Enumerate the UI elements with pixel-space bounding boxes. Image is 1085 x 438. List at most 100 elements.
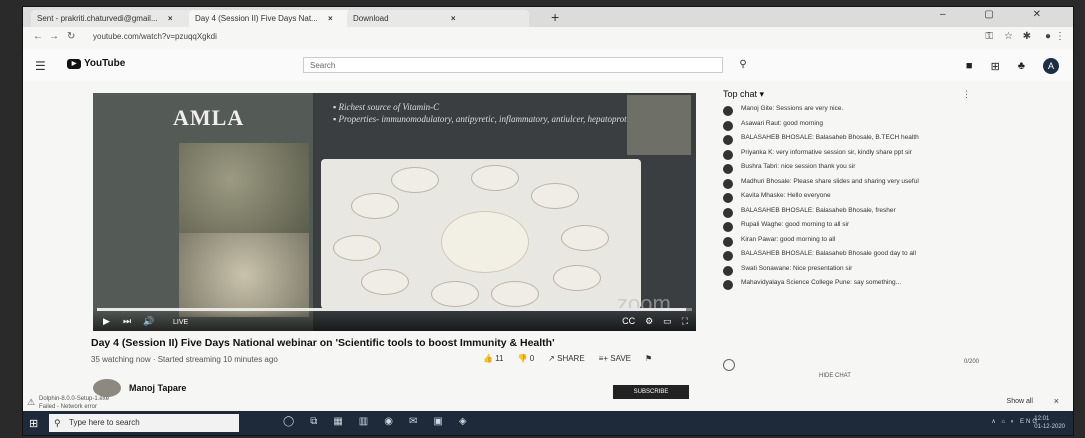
fullscreen-icon[interactable]: ⛶	[682, 316, 688, 327]
chat-user-avatar	[723, 149, 733, 160]
chat-user-avatar	[723, 280, 733, 290]
app-icon[interactable]: ▣	[433, 416, 442, 427]
report-button[interactable]: ⚑	[645, 354, 652, 363]
create-video-icon[interactable]: ■	[966, 60, 973, 72]
like-button[interactable]: 👍 11	[483, 354, 504, 363]
search-input[interactable]: Search	[303, 57, 723, 73]
youtube-logo[interactable]: ▶ YouTube	[67, 58, 125, 69]
chat-user-avatar	[723, 251, 733, 261]
app-icon[interactable]: ◈	[459, 416, 467, 427]
chat-message[interactable]: BALASAHEB BHOSALE: Balasaheb Bhosale, B.…	[723, 134, 991, 148]
taskbar-apps: ◯ ⧉ ▦ ▥ ◉ ✉ ▣ ◈	[283, 416, 467, 427]
share-button[interactable]: ↗ SHARE	[548, 354, 585, 363]
theater-mode-icon[interactable]: ▭	[663, 316, 672, 327]
mail-icon[interactable]: ✉	[409, 416, 417, 427]
chat-user-avatar	[723, 265, 733, 276]
chat-message[interactable]: Manoj Gite: Sessions are very nice.	[723, 105, 991, 119]
system-tray[interactable]: ∧ ⌂ ◐ ENG	[991, 418, 1039, 425]
chat-message[interactable]: Rupali Waghe: good morning to all sir	[723, 221, 991, 235]
file-explorer-icon[interactable]: ▦	[333, 416, 342, 427]
channel-name[interactable]: Manoj Tapare	[129, 383, 186, 393]
captions-icon[interactable]: CC	[622, 316, 635, 327]
chat-header[interactable]: Top chat ▾	[723, 89, 764, 100]
volume-icon[interactable]: 🔊	[143, 316, 154, 327]
slide-bullet: Properties- immunomodulatory, antipyreti…	[333, 113, 653, 125]
chat-message-text: Kiran Pawar: good morning to all	[741, 235, 836, 243]
next-icon[interactable]: ⏭	[123, 316, 131, 327]
live-chat-panel: Top chat ▾ ⋮ Manoj Gite: Sessions are ve…	[723, 89, 991, 379]
save-button[interactable]: ≡+ SAVE	[599, 354, 631, 363]
menu-icon[interactable]: ☰	[35, 59, 46, 73]
chrome-icon[interactable]: ◉	[384, 416, 393, 427]
close-icon[interactable]: ×	[1054, 396, 1059, 406]
thumbs-down-icon: 👎	[517, 354, 528, 363]
chat-message[interactable]: Kavita Mhaske: Hello everyone	[723, 192, 991, 206]
download-item[interactable]: ⚠ Dolphin-8.0.0-Setup-1.exe Failed - Net…	[23, 393, 173, 413]
windows-start-icon[interactable]: ⊞	[29, 417, 38, 430]
apps-grid-icon[interactable]: ⊞	[991, 60, 1000, 73]
download-filename: Dolphin-8.0.0-Setup-1.exe	[39, 396, 110, 402]
browser-tab-download[interactable]: Download ×	[347, 10, 529, 27]
desktop-screen: Sent - prakriti.chaturvedi@gmail... × Da…	[22, 6, 1074, 436]
chat-message-list[interactable]: Manoj Gite: Sessions are very nice. Asawa…	[723, 105, 991, 294]
chat-message[interactable]: Bushra Tabri: nice session thank you sir	[723, 163, 991, 177]
emoji-icon[interactable]	[723, 359, 735, 371]
multitask-icon[interactable]: ⧉	[310, 416, 317, 427]
diagram-node	[491, 281, 539, 307]
store-icon[interactable]: ▥	[359, 416, 368, 427]
taskbar-clock[interactable]: 12:01 01-12-2020	[1034, 415, 1065, 431]
chat-user-avatar	[723, 236, 733, 247]
forward-icon[interactable]: →	[49, 31, 59, 42]
chat-message[interactable]: Madhuri Bhosale: Please share slides and…	[723, 178, 991, 192]
taskbar-search-input[interactable]: ⚲ Type here to search	[49, 414, 239, 432]
diagram-center-fruit	[441, 211, 529, 273]
video-meta: 35 watching now · Started streaming 10 m…	[91, 355, 278, 364]
reload-icon[interactable]: ↻	[67, 31, 75, 42]
diagram-node	[351, 193, 399, 219]
back-icon[interactable]: ←	[33, 31, 43, 42]
profile-icon[interactable]: ●	[1045, 31, 1051, 42]
dislike-button[interactable]: 👎 0	[518, 354, 535, 363]
progress-bar[interactable]	[97, 308, 692, 311]
browser-tab-gmail[interactable]: Sent - prakriti.chaturvedi@gmail... ×	[31, 10, 193, 27]
like-count: 11	[495, 354, 504, 363]
chat-user-avatar	[723, 135, 733, 145]
chat-message[interactable]: Kiran Pawar: good morning to all	[723, 236, 991, 250]
notifications-bell-icon[interactable]: ♣	[1018, 60, 1025, 72]
task-view-icon[interactable]: ◯	[283, 416, 294, 427]
chat-message-text: BALASAHEB BHOSALE: Balasaheb Bhosale, fr…	[741, 206, 896, 214]
play-icon[interactable]: ▶	[103, 316, 110, 327]
live-badge[interactable]: LIVE	[173, 319, 188, 326]
close-icon[interactable]: ×	[328, 14, 333, 23]
menu-dots-icon[interactable]: ⋮	[1055, 31, 1065, 42]
chat-message[interactable]: Swati Sonawane: Nice presentation sir	[723, 265, 991, 279]
diagram-node	[431, 281, 479, 307]
diagram-node	[391, 167, 439, 193]
extension-icon[interactable]: ✱	[1023, 31, 1031, 42]
video-title: Day 4 (Session II) Five Days National we…	[91, 337, 555, 349]
browser-tab-youtube[interactable]: Day 4 (Session II) Five Days Nat... ×	[189, 10, 351, 27]
avatar[interactable]: A	[1043, 58, 1059, 74]
show-all-downloads-button[interactable]: Show all	[1007, 398, 1033, 405]
chat-message[interactable]: BALASAHEB BHOSALE: Balasaheb Bhosale, fr…	[723, 207, 991, 221]
subscribe-button[interactable]: SUBSCRIBE	[613, 385, 689, 399]
chat-message[interactable]: Mahavidyalaya Science College Pune: say …	[723, 279, 991, 293]
close-icon[interactable]: ×	[168, 14, 173, 23]
window-controls[interactable]: – ▢ ✕	[940, 9, 1059, 20]
more-options-icon[interactable]: ⋮	[962, 89, 971, 100]
chat-char-counter: 0/200	[963, 359, 979, 365]
url-field[interactable]: youtube.com/watch?v=pzuqqXgkdi	[93, 32, 217, 41]
chat-message[interactable]: Asawari Raut: good morning	[723, 120, 991, 134]
download-status: Failed - Network error	[39, 404, 98, 410]
video-actions: 👍 11 👎 0 ↗ SHARE ≡+ SAVE ⚑	[483, 354, 652, 363]
settings-gear-icon[interactable]: ⚙	[645, 316, 653, 327]
hide-chat-button[interactable]: HIDE CHAT	[819, 373, 851, 379]
new-tab-button[interactable]: +	[551, 9, 559, 25]
key-icon[interactable]: ⚿	[985, 31, 993, 42]
chat-message[interactable]: Priyanka K: very informative session sir…	[723, 149, 991, 163]
chat-message[interactable]: BALASAHEB BHOSALE: Balasaheb Bhosale goo…	[723, 250, 991, 264]
search-icon[interactable]: ⚲	[723, 57, 763, 73]
video-player[interactable]: AMLA Richest source of Vitamin-C Propert…	[93, 93, 696, 331]
close-icon[interactable]: ×	[451, 14, 456, 23]
star-icon[interactable]: ☆	[1004, 31, 1013, 42]
